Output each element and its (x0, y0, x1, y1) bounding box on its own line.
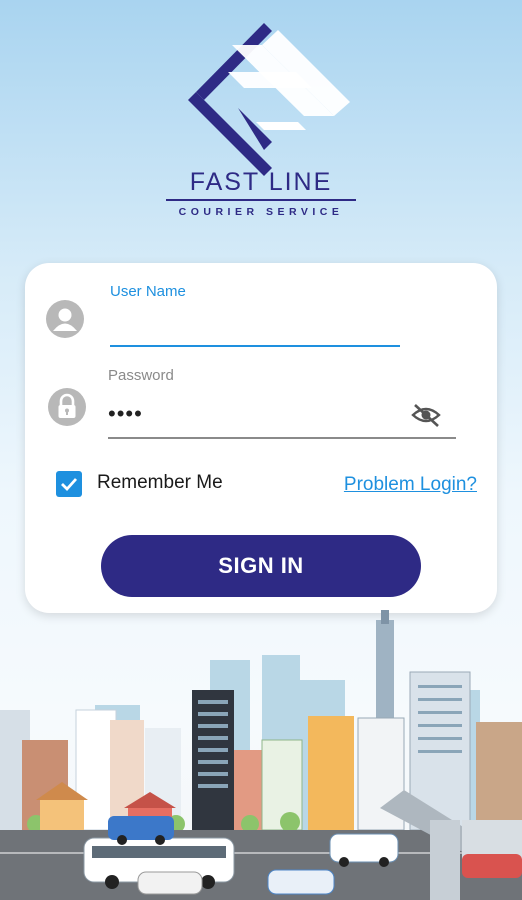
brand-name-part1: FAST (189, 168, 260, 196)
problem-login-link[interactable]: Problem Login? (344, 474, 477, 496)
checkmark-icon (61, 478, 78, 492)
username-underline (110, 345, 400, 347)
sign-in-button[interactable]: SIGN IN (101, 535, 421, 597)
brand-name-part2: LINE (268, 168, 333, 196)
username-input[interactable] (110, 309, 400, 341)
brand-logo (188, 23, 350, 176)
lock-icon (48, 388, 86, 426)
password-label: Password (108, 367, 174, 384)
user-avatar-icon (46, 300, 84, 338)
password-input[interactable]: •••• (108, 401, 388, 431)
brand-tagline: COURIER SERVICE (178, 206, 344, 218)
remember-me-label: Remember Me (97, 472, 223, 493)
password-underline (108, 437, 456, 439)
logo-mark (188, 23, 350, 176)
eye-off-icon[interactable] (410, 401, 442, 429)
username-label: User Name (110, 283, 186, 300)
remember-me-checkbox[interactable] (56, 471, 82, 497)
brand-title: FAST LINE (0, 168, 522, 197)
city-skyline-illustration (0, 610, 522, 900)
brand-divider (166, 199, 356, 201)
login-card: User Name Password •••• Remember Me Prob… (25, 263, 497, 613)
